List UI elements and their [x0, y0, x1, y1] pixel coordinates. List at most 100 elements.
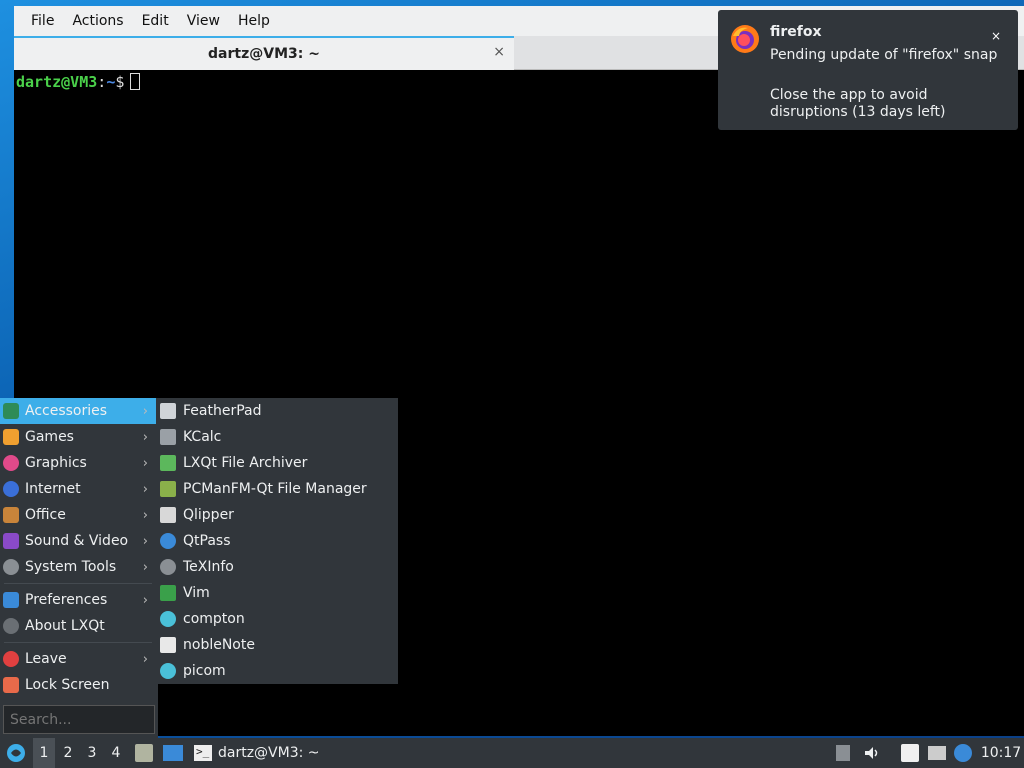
- menu-help[interactable]: Help: [229, 13, 279, 29]
- submenu-item-file-manager[interactable]: PCManFM-Qt File Manager: [158, 476, 398, 502]
- desktop-switch-2[interactable]: 2: [57, 738, 79, 768]
- menu-category-office[interactable]: Office ›: [0, 502, 156, 528]
- submenu-item-picom[interactable]: picom: [158, 658, 398, 684]
- taskbar-task-terminal[interactable]: >_ dartz@VM3: ~: [194, 738, 324, 768]
- submenu-item-vim[interactable]: Vim: [158, 580, 398, 606]
- notification-message: Pending update of "firefox" snap: [770, 47, 998, 63]
- accessories-icon: [3, 403, 19, 419]
- menu-item-lock-screen[interactable]: Lock Screen: [0, 672, 156, 698]
- chevron-right-icon: ›: [142, 651, 148, 667]
- menu-category-leave[interactable]: Leave ›: [0, 646, 156, 672]
- category-label: Office: [25, 507, 66, 523]
- desktop-switch-1[interactable]: 1: [33, 738, 55, 768]
- submenu-item-compton[interactable]: compton: [158, 606, 398, 632]
- menu-category-graphics[interactable]: Graphics ›: [0, 450, 156, 476]
- submenu-item-label: TeXInfo: [183, 559, 234, 575]
- volume-button[interactable]: [862, 738, 882, 768]
- terminal-tab[interactable]: dartz@VM3: ~ ×: [14, 36, 514, 70]
- graphics-icon: [3, 455, 19, 471]
- clock[interactable]: 10:17: [980, 738, 1022, 768]
- prompt-user: dartz@VM3: [16, 73, 98, 91]
- chevron-right-icon: ›: [142, 559, 148, 575]
- menu-separator: [4, 642, 152, 643]
- chevron-right-icon: ›: [142, 533, 148, 549]
- category-label: Leave: [25, 651, 67, 667]
- chevron-right-icon: ›: [142, 507, 148, 523]
- submenu-item-label: Qlipper: [183, 507, 234, 523]
- menu-category-sound-video[interactable]: Sound & Video ›: [0, 528, 156, 554]
- menu-actions[interactable]: Actions: [63, 13, 132, 29]
- featherpad-icon: [160, 403, 176, 419]
- office-icon: [3, 507, 19, 523]
- submenu-item-label: FeatherPad: [183, 403, 262, 419]
- tab-title: dartz@VM3: ~: [208, 46, 320, 62]
- prompt-dollar: $: [115, 73, 125, 91]
- terminal-cursor: [130, 73, 141, 90]
- start-menu-button[interactable]: [4, 738, 28, 768]
- qlipper-icon: [160, 507, 176, 523]
- tray-expand-button[interactable]: [834, 738, 852, 768]
- submenu-item-qlipper[interactable]: Qlipper: [158, 502, 398, 528]
- lxqt-logo-icon: [7, 744, 25, 762]
- menu-item-label: Lock Screen: [25, 677, 110, 693]
- category-label: Games: [25, 429, 74, 445]
- notification-popup[interactable]: firefox Pending update of "firefox" snap…: [718, 10, 1018, 130]
- leave-icon: [3, 651, 19, 667]
- prompt-separator: :: [97, 73, 107, 91]
- menu-category-system-tools[interactable]: System Tools ›: [0, 554, 156, 580]
- lock-icon: [3, 677, 19, 693]
- system-tools-icon: [3, 559, 19, 575]
- category-label: Accessories: [25, 403, 108, 419]
- menu-file[interactable]: File: [22, 13, 63, 29]
- menu-separator: [4, 583, 152, 584]
- category-label: Preferences: [25, 592, 108, 608]
- menu-category-games[interactable]: Games ›: [0, 424, 156, 450]
- tab-close-icon[interactable]: ×: [493, 44, 505, 60]
- submenu-item-label: picom: [183, 663, 226, 679]
- file-manager-launcher[interactable]: [134, 738, 154, 768]
- submenu-item-label: QtPass: [183, 533, 231, 549]
- vim-icon: [160, 585, 176, 601]
- preferences-icon: [3, 592, 19, 608]
- submenu-item-file-archiver[interactable]: LXQt File Archiver: [158, 450, 398, 476]
- internet-icon: [3, 481, 19, 497]
- accessories-submenu: FeatherPad KCalc LXQt File Archiver PCMa…: [158, 398, 398, 684]
- menu-view[interactable]: View: [178, 13, 229, 29]
- menu-search-input[interactable]: [3, 705, 155, 734]
- menu-item-label: About LXQt: [25, 618, 105, 634]
- menu-item-about-lxqt[interactable]: About LXQt: [0, 613, 156, 639]
- submenu-item-kcalc[interactable]: KCalc: [158, 424, 398, 450]
- notification-close-icon[interactable]: ×: [986, 26, 1006, 46]
- show-desktop-icon: [163, 745, 183, 761]
- submenu-item-label: compton: [183, 611, 245, 627]
- clipboard-tray-button[interactable]: [900, 738, 920, 768]
- menu-category-preferences[interactable]: Preferences ›: [0, 587, 156, 613]
- update-notifier-button[interactable]: [953, 738, 973, 768]
- file-manager-icon: [160, 481, 176, 497]
- desktop-switch-4[interactable]: 4: [105, 738, 127, 768]
- start-menu: Accessories › Games › Graphics › Interne…: [0, 398, 158, 738]
- notification-title: firefox: [770, 24, 822, 40]
- menu-category-accessories[interactable]: Accessories ›: [0, 398, 156, 424]
- show-desktop-button[interactable]: [162, 738, 184, 768]
- taskbar: 1 2 3 4 >_ dartz@VM3: ~ 10:17: [0, 738, 1024, 768]
- desktop-switch-3[interactable]: 3: [81, 738, 103, 768]
- submenu-item-qtpass[interactable]: QtPass: [158, 528, 398, 554]
- submenu-item-noblenote[interactable]: nobleNote: [158, 632, 398, 658]
- games-icon: [3, 429, 19, 445]
- terminal-icon: >_: [194, 745, 212, 761]
- menu-category-internet[interactable]: Internet ›: [0, 476, 156, 502]
- clipboard-icon: [901, 744, 919, 762]
- network-tray-button[interactable]: [927, 738, 947, 768]
- menu-edit[interactable]: Edit: [133, 13, 178, 29]
- network-icon: [928, 746, 946, 760]
- kcalc-icon: [160, 429, 176, 445]
- chevron-right-icon: ›: [142, 403, 148, 419]
- qtpass-icon: [160, 533, 176, 549]
- firefox-icon: [731, 25, 759, 53]
- category-label: System Tools: [25, 559, 117, 575]
- category-label: Internet: [25, 481, 81, 497]
- submenu-item-texinfo[interactable]: TeXInfo: [158, 554, 398, 580]
- submenu-item-featherpad[interactable]: FeatherPad: [158, 398, 398, 424]
- update-icon: [954, 744, 972, 762]
